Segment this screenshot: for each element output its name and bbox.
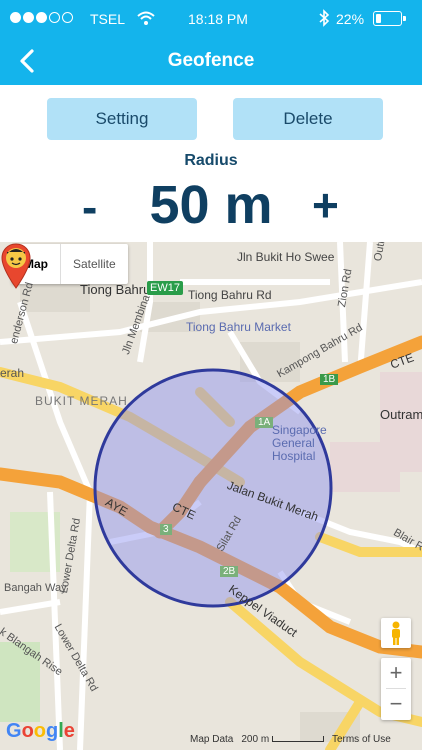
terms-of-use-link[interactable]: Terms of Use (332, 734, 391, 745)
exit-badge: 3 (160, 524, 172, 535)
increase-radius-button[interactable]: + (312, 178, 339, 232)
exit-badge: 1A (255, 417, 274, 428)
battery-icon (373, 11, 406, 26)
map-label: Jln Bukit Ho Swee (237, 250, 335, 264)
map-canvas (0, 242, 422, 750)
map-poi-label: Singapore General Hospital (272, 423, 327, 463)
radius-label: Radius (184, 152, 238, 169)
map-label: Tiong Bahru Rd (188, 288, 272, 302)
map-type-satellite-button[interactable]: Satellite (61, 244, 128, 284)
map-data-link[interactable]: Map Data (190, 734, 233, 745)
zoom-controls: + − (381, 658, 411, 720)
wifi-icon (137, 11, 155, 25)
setting-button[interactable]: Setting (47, 98, 197, 140)
carrier-name: TSEL (90, 11, 126, 27)
battery-percent: 22% (336, 11, 365, 27)
google-logo: Google (6, 720, 75, 742)
map-view[interactable]: Map Satellite Jln Bukit Ho Swee Tiong Ba… (0, 242, 422, 750)
radius-value: 50 m (149, 175, 273, 235)
mrt-station-badge: EW17 (147, 281, 183, 295)
exit-badge: 2B (220, 566, 239, 577)
map-footer: Map Data 200 m Terms of Use (190, 734, 391, 745)
nav-bar: Geofence (0, 38, 422, 85)
location-pin-icon[interactable] (0, 242, 32, 290)
bluetooth-icon (319, 9, 330, 27)
map-label: BUKIT MERAH (35, 394, 128, 408)
zoom-in-button[interactable]: + (381, 658, 411, 688)
page-title: Geofence (167, 50, 255, 71)
signal-strength-icon (10, 12, 73, 23)
map-label: erah (0, 366, 25, 380)
zoom-out-button[interactable]: − (381, 689, 411, 719)
status-bar: TSEL 18:18 PM 22% (0, 0, 422, 38)
map-label: Bangah Way (4, 582, 67, 594)
map-label: Outram (380, 407, 422, 422)
pegman-icon (392, 621, 400, 645)
street-view-pegman-button[interactable] (381, 618, 411, 648)
map-poi-label: Tiong Bahru Market (186, 320, 291, 334)
clock: 18:18 PM (188, 11, 248, 27)
delete-button[interactable]: Delete (233, 98, 383, 140)
exit-badge: 1B (320, 374, 339, 385)
scale-bar: 200 m (241, 734, 324, 745)
